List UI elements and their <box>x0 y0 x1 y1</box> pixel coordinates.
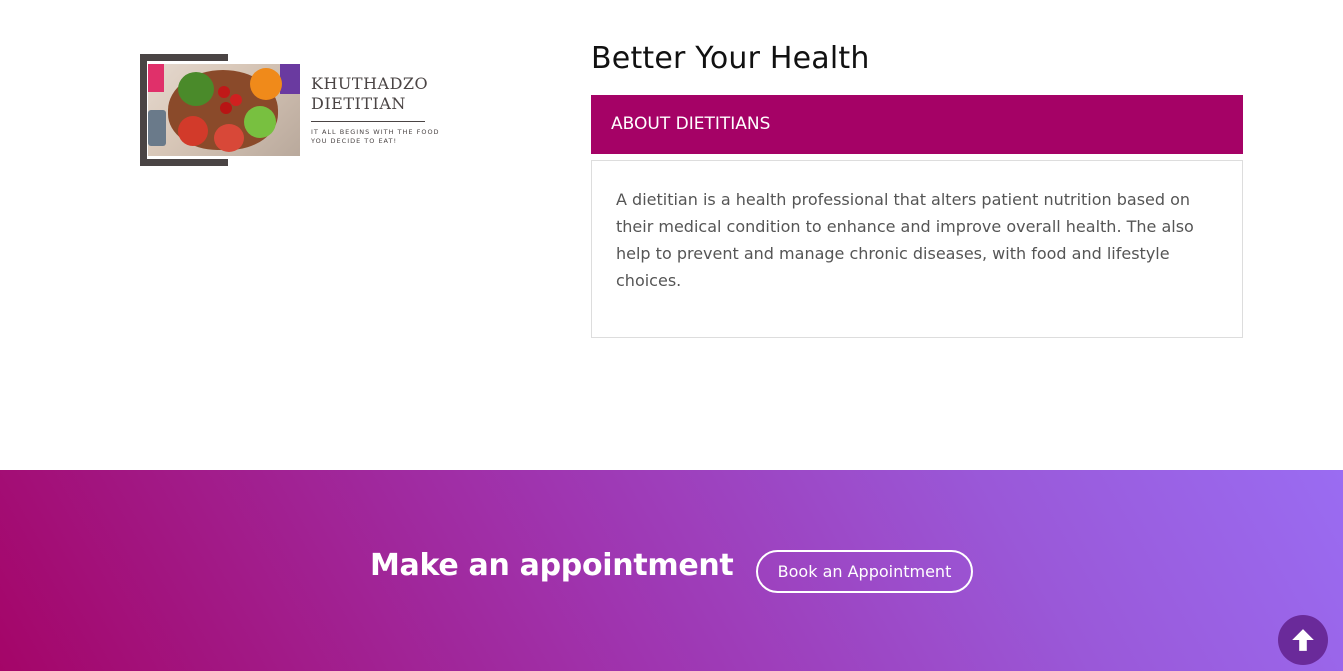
appointment-heading: Make an appointment <box>370 548 734 583</box>
logo-divider <box>311 121 425 122</box>
appointment-banner: Make an appointment Book an Appointment <box>0 470 1343 671</box>
accordion-panel: A dietitian is a health professional tha… <box>591 160 1243 338</box>
arrow-up-icon <box>1292 629 1314 651</box>
logo-food-image <box>148 64 300 156</box>
accordion-header-about-dietitians[interactable]: ABOUT DIETITIANS <box>591 95 1243 154</box>
about-section: KHUTHADZO DIETITIAN IT ALL BEGINS WITH T… <box>0 0 1343 470</box>
tomato-image <box>230 94 242 106</box>
book-appointment-button[interactable]: Book an Appointment <box>756 550 973 593</box>
logo-tagline: IT ALL BEGINS WITH THE FOOD YOU DECIDE T… <box>311 128 440 145</box>
site-logo[interactable]: KHUTHADZO DIETITIAN IT ALL BEGINS WITH T… <box>140 54 445 166</box>
green-apple-image <box>244 106 276 138</box>
logo-image-purple-accent <box>280 64 300 94</box>
logo-image-pink-accent <box>148 64 164 92</box>
dumbbell-image <box>148 110 166 146</box>
apple-image <box>178 116 208 146</box>
tomato-image <box>218 86 230 98</box>
logo-frame-bottom <box>140 159 228 166</box>
logo-title: KHUTHADZO DIETITIAN <box>311 74 429 113</box>
broccoli-image <box>178 72 214 106</box>
back-to-top-button[interactable] <box>1278 615 1328 665</box>
tomato-image <box>220 102 232 114</box>
accordion-text: A dietitian is a health professional tha… <box>616 190 1194 290</box>
apple-image <box>214 124 244 152</box>
page-title: Better Your Health <box>591 41 870 76</box>
about-content: Better Your Health ABOUT DIETITIANS A di… <box>591 40 1243 338</box>
orange-image <box>250 68 282 100</box>
